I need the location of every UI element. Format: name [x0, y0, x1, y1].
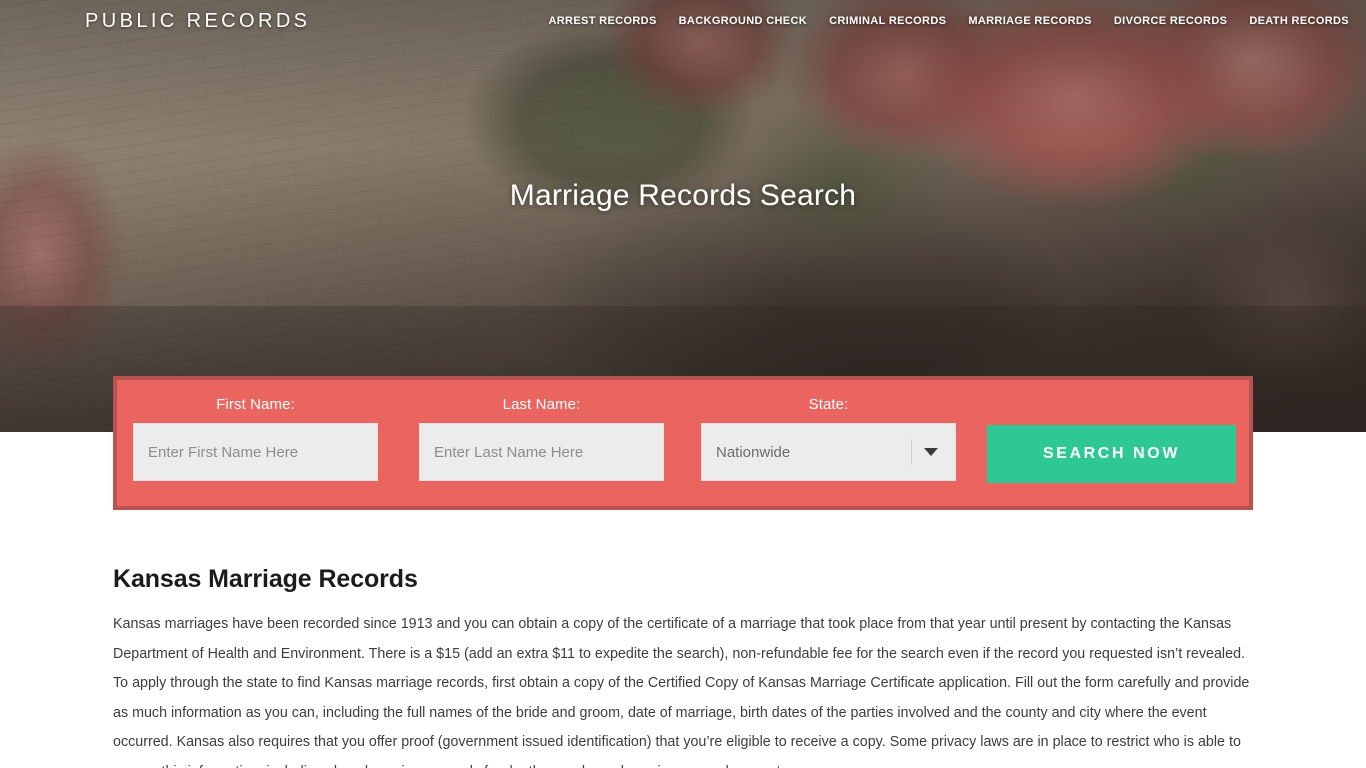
content-heading: Kansas Marriage Records — [113, 565, 418, 593]
select-divider — [911, 439, 912, 465]
site-header: PUBLIC RECORDS ARREST RECORDS BACKGROUND… — [0, 0, 1366, 44]
nav-item-death-records[interactable]: DEATH RECORDS — [1238, 15, 1360, 27]
content-paragraph: Kansas marriages have been recorded sinc… — [113, 616, 1250, 768]
state-select-wrapper: Nationwide — [701, 423, 956, 481]
last-name-field-group: Last Name: — [419, 396, 664, 481]
chevron-down-icon[interactable] — [924, 448, 938, 456]
state-field-group: State: Nationwide — [701, 396, 956, 481]
hero-banner: Marriage Records Search — [0, 0, 1366, 432]
first-name-input[interactable] — [133, 423, 378, 481]
nav-item-divorce-records[interactable]: DIVORCE RECORDS — [1103, 15, 1238, 27]
search-form-panel: First Name: Last Name: State: Nationwide… — [113, 376, 1253, 510]
search-now-button[interactable]: SEARCH NOW — [987, 425, 1236, 483]
last-name-label: Last Name: — [502, 396, 581, 413]
site-logo[interactable]: PUBLIC RECORDS — [85, 10, 310, 33]
main-navigation: ARREST RECORDS BACKGROUND CHECK CRIMINAL… — [537, 15, 1360, 27]
nav-item-criminal-records[interactable]: CRIMINAL RECORDS — [818, 15, 957, 27]
first-name-label: First Name: — [216, 396, 295, 413]
hero-dark-overlay — [0, 0, 1366, 432]
nav-item-background-check[interactable]: BACKGROUND CHECK — [668, 15, 818, 27]
last-name-input[interactable] — [419, 423, 664, 481]
nav-item-marriage-records[interactable]: MARRIAGE RECORDS — [957, 15, 1103, 27]
first-name-field-group: First Name: — [133, 396, 378, 481]
page-title: Marriage Records Search — [509, 179, 857, 212]
state-label: State: — [808, 396, 849, 413]
state-select[interactable]: Nationwide — [701, 423, 956, 481]
nav-item-arrest-records[interactable]: ARREST RECORDS — [537, 15, 667, 27]
state-select-value: Nationwide — [716, 443, 791, 461]
